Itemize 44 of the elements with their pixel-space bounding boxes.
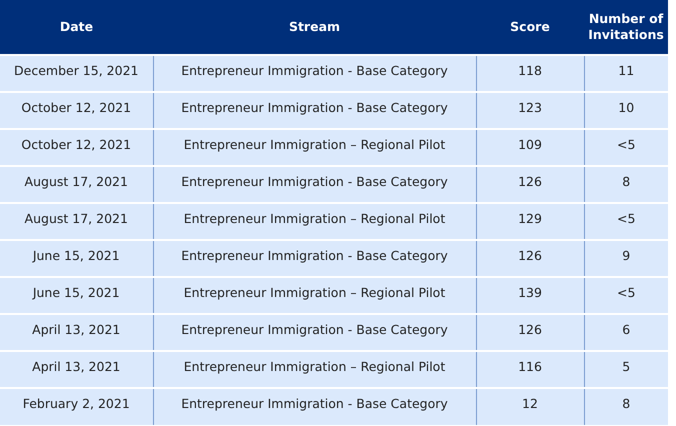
table-cell: October 12, 2021 [21,137,132,152]
table-cell: 12 [522,396,538,411]
column-header: Number of Invitations [584,0,668,55]
table-cell: 10 [618,100,634,115]
table-cell: April 13, 2021 [32,359,120,374]
table-cell: 5 [622,359,630,374]
column-header: Date [0,0,153,55]
table-cell: 126 [518,174,542,189]
table-cell: 8 [622,174,630,189]
table-cell: 109 [518,137,542,152]
table-cell: <5 [617,285,636,300]
table-cell: Entrepreneur Immigration – Regional Pilot [184,359,446,374]
table-cell: 118 [518,63,542,78]
table-cell: Entrepreneur Immigration - Base Category [181,396,448,411]
table-cell: 129 [518,211,542,226]
table-cell: 126 [518,248,542,263]
table-cell: June 15, 2021 [32,285,120,300]
table-cell: 11 [618,63,634,78]
table-cell: Entrepreneur Immigration - Base Category [181,100,448,115]
table-cell: 116 [518,359,542,374]
table-cell: 6 [622,322,630,337]
table-cell: August 17, 2021 [24,174,128,189]
table-cell: Entrepreneur Immigration – Regional Pilot [184,211,446,226]
table-cell: <5 [617,137,636,152]
table-cell: 139 [518,285,542,300]
table-cell: Entrepreneur Immigration - Base Category [181,174,448,189]
table-cell: August 17, 2021 [24,211,128,226]
table-cell: April 13, 2021 [32,322,120,337]
table-cell: Entrepreneur Immigration – Regional Pilot [184,285,446,300]
column-header: Score [476,0,584,55]
table-cell: October 12, 2021 [21,100,132,115]
table-cell: 8 [622,396,630,411]
table-cell: February 2, 2021 [22,396,130,411]
table-cell: 126 [518,322,542,337]
table-cell: Entrepreneur Immigration - Base Category [181,248,448,263]
table-cell: June 15, 2021 [32,248,120,263]
table-cell: December 15, 2021 [14,63,138,78]
table-cell: 123 [518,100,542,115]
table-cell: 9 [622,248,630,263]
table-cell: <5 [617,211,636,226]
table-cell: Entrepreneur Immigration – Regional Pilot [184,137,446,152]
table-cell: Entrepreneur Immigration - Base Category [181,322,448,337]
table-cell: Entrepreneur Immigration - Base Category [181,63,448,78]
column-header: Stream [153,0,476,55]
